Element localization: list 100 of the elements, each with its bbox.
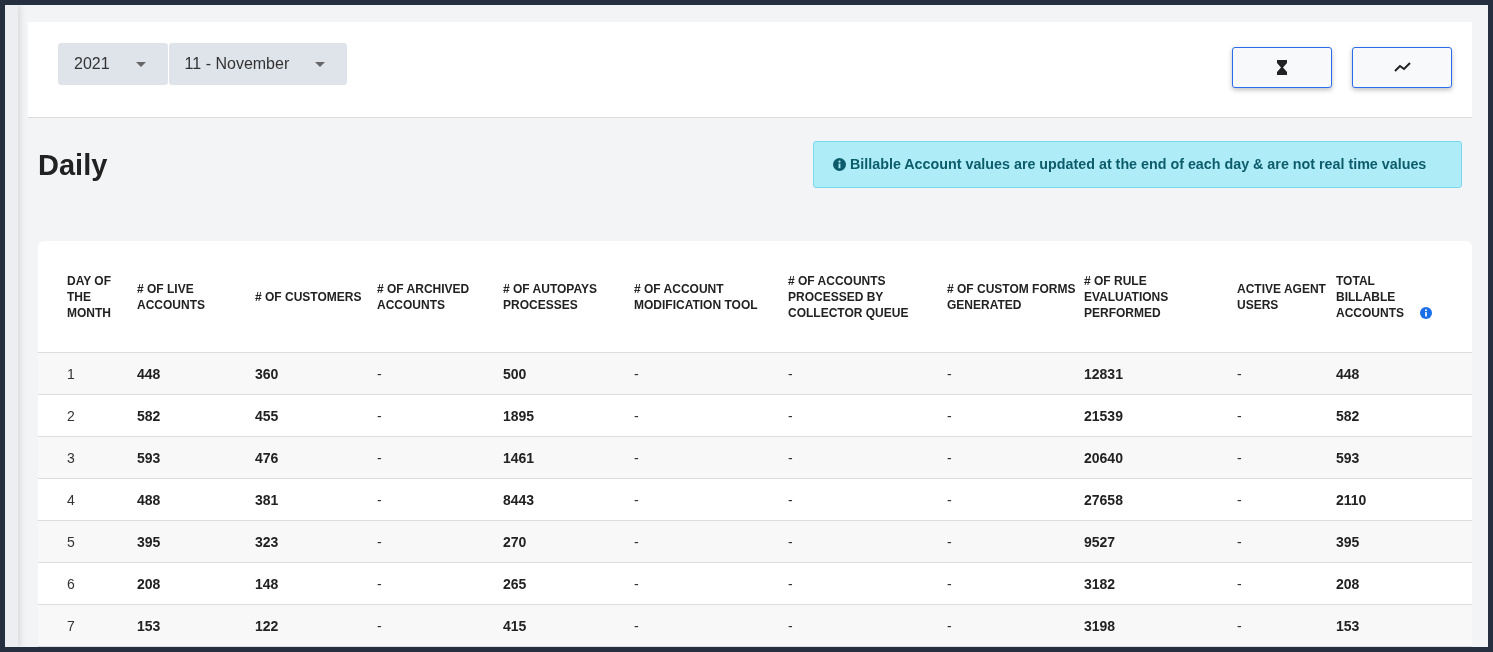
table-cell: -	[377, 449, 382, 466]
table-cell: -	[788, 491, 793, 508]
table-cell: -	[1237, 575, 1242, 592]
table-cell: -	[947, 407, 952, 424]
table-cell: -	[788, 533, 793, 550]
table-cell: 2110	[1336, 491, 1367, 508]
table-cell: 476	[255, 449, 279, 466]
table-cell: 395	[137, 533, 161, 550]
dropdown[interactable]: 2021	[58, 43, 168, 86]
table-cell: 395	[1336, 533, 1360, 550]
table-cell: 153	[1336, 617, 1360, 634]
table-cell: -	[1237, 449, 1242, 466]
column-header: # OF ACCOUNTS PROCESSED BY COLLECTOR QUEUE	[788, 272, 910, 321]
table-cell: -	[788, 407, 793, 424]
hourglass-button[interactable]	[1232, 46, 1332, 88]
table-cell: -	[947, 365, 952, 382]
table-cell: 3	[67, 449, 75, 466]
table-cell: 500	[503, 365, 527, 382]
table-cell: 12831	[1084, 365, 1123, 382]
column-header: # OF ACCOUNT MODIFICATION TOOL	[634, 280, 759, 313]
table-cell: -	[634, 491, 639, 508]
table-cell: 415	[503, 617, 527, 634]
table-cell: -	[947, 491, 952, 508]
table-cell: 488	[137, 491, 161, 508]
table-cell: 593	[137, 449, 161, 466]
column-header: TOTAL BILLABLE ACCOUNTS	[1336, 272, 1405, 321]
table-cell: -	[1237, 533, 1242, 550]
info-icon	[833, 157, 846, 171]
table-cell: 20640	[1084, 449, 1123, 466]
table-cell: 21539	[1084, 407, 1123, 424]
table-cell: -	[947, 575, 952, 592]
table-cell: -	[788, 449, 793, 466]
table-cell: 582	[1336, 407, 1360, 424]
table-cell: -	[377, 575, 382, 592]
table-cell: 2	[67, 407, 75, 424]
column-header: # OF AUTOPAYS PROCESSES	[503, 280, 599, 313]
table-cell: 208	[137, 575, 161, 592]
table-cell: 153	[137, 617, 161, 634]
table-cell: 9527	[1084, 533, 1116, 550]
table-cell: -	[634, 533, 639, 550]
hourglass-icon	[1277, 59, 1287, 75]
chart-button[interactable]	[1352, 46, 1452, 88]
table-cell: 3198	[1084, 617, 1116, 634]
caret-icon	[315, 61, 326, 67]
table-cell: -	[1237, 407, 1242, 424]
table-cell: -	[634, 407, 639, 424]
table-cell: -	[788, 617, 793, 634]
table-cell: -	[947, 533, 952, 550]
table-cell: 1	[67, 365, 75, 382]
table-cell: 3182	[1084, 575, 1116, 592]
table-cell: 360	[255, 365, 279, 382]
trend-line-icon	[1393, 62, 1411, 73]
table-cell: -	[377, 491, 382, 508]
table-cell: 593	[1336, 449, 1360, 466]
table-cell: -	[634, 617, 639, 634]
table-cell: -	[634, 575, 639, 592]
table-cell: 148	[255, 575, 279, 592]
table-cell: 448	[137, 365, 161, 382]
caret-icon	[135, 61, 146, 67]
column-header: # OF LIVE ACCOUNTS	[137, 280, 206, 313]
table-cell: 27658	[1084, 491, 1123, 508]
table-cell: -	[1237, 617, 1242, 634]
column-header: ACTIVE AGENT USERS	[1237, 280, 1327, 313]
table-cell: 582	[137, 407, 161, 424]
table-cell: 381	[255, 491, 279, 508]
column-header: # OF CUSTOM FORMS GENERATED	[947, 280, 1077, 313]
table-cell: 323	[255, 533, 279, 550]
table-cell: 6	[67, 575, 75, 592]
table-cell: 270	[503, 533, 527, 550]
table-cell: -	[377, 617, 382, 634]
table-cell: -	[634, 449, 639, 466]
table-cell: 8443	[503, 491, 535, 508]
table-cell: -	[947, 617, 952, 634]
table-cell: 448	[1336, 365, 1360, 382]
table-cell: 265	[503, 575, 527, 592]
table-cell: 455	[255, 407, 279, 424]
table-cell: 1895	[503, 407, 535, 424]
table-cell: 122	[255, 617, 279, 634]
table-cell: 7	[67, 617, 75, 634]
table-cell: -	[1237, 491, 1242, 508]
column-header: # OF ARCHIVED ACCOUNTS	[377, 280, 471, 313]
column-header: DAY OF THE MONTH	[67, 272, 112, 321]
table-cell: -	[634, 365, 639, 382]
table-cell: -	[1237, 365, 1242, 382]
page-title: Daily	[38, 148, 108, 182]
table-cell: 1461	[503, 449, 535, 466]
table-cell: -	[377, 365, 382, 382]
table-cell: -	[377, 407, 382, 424]
column-header: # OF CUSTOMERS	[255, 288, 362, 305]
table-cell: -	[947, 449, 952, 466]
dropdown[interactable]: 11 - November	[168, 43, 348, 86]
column-header: # OF RULE EVALUATIONS PERFORMED	[1084, 272, 1170, 321]
table-cell: 5	[67, 533, 75, 550]
info-icon	[1420, 306, 1432, 319]
table-cell: -	[788, 575, 793, 592]
table-cell: 208	[1336, 575, 1360, 592]
table-cell: -	[377, 533, 382, 550]
table-cell: -	[788, 365, 793, 382]
info-message: Billable Account values are updated at the end of each day & are not real time values	[850, 156, 1427, 173]
table-cell: 4	[67, 491, 75, 508]
